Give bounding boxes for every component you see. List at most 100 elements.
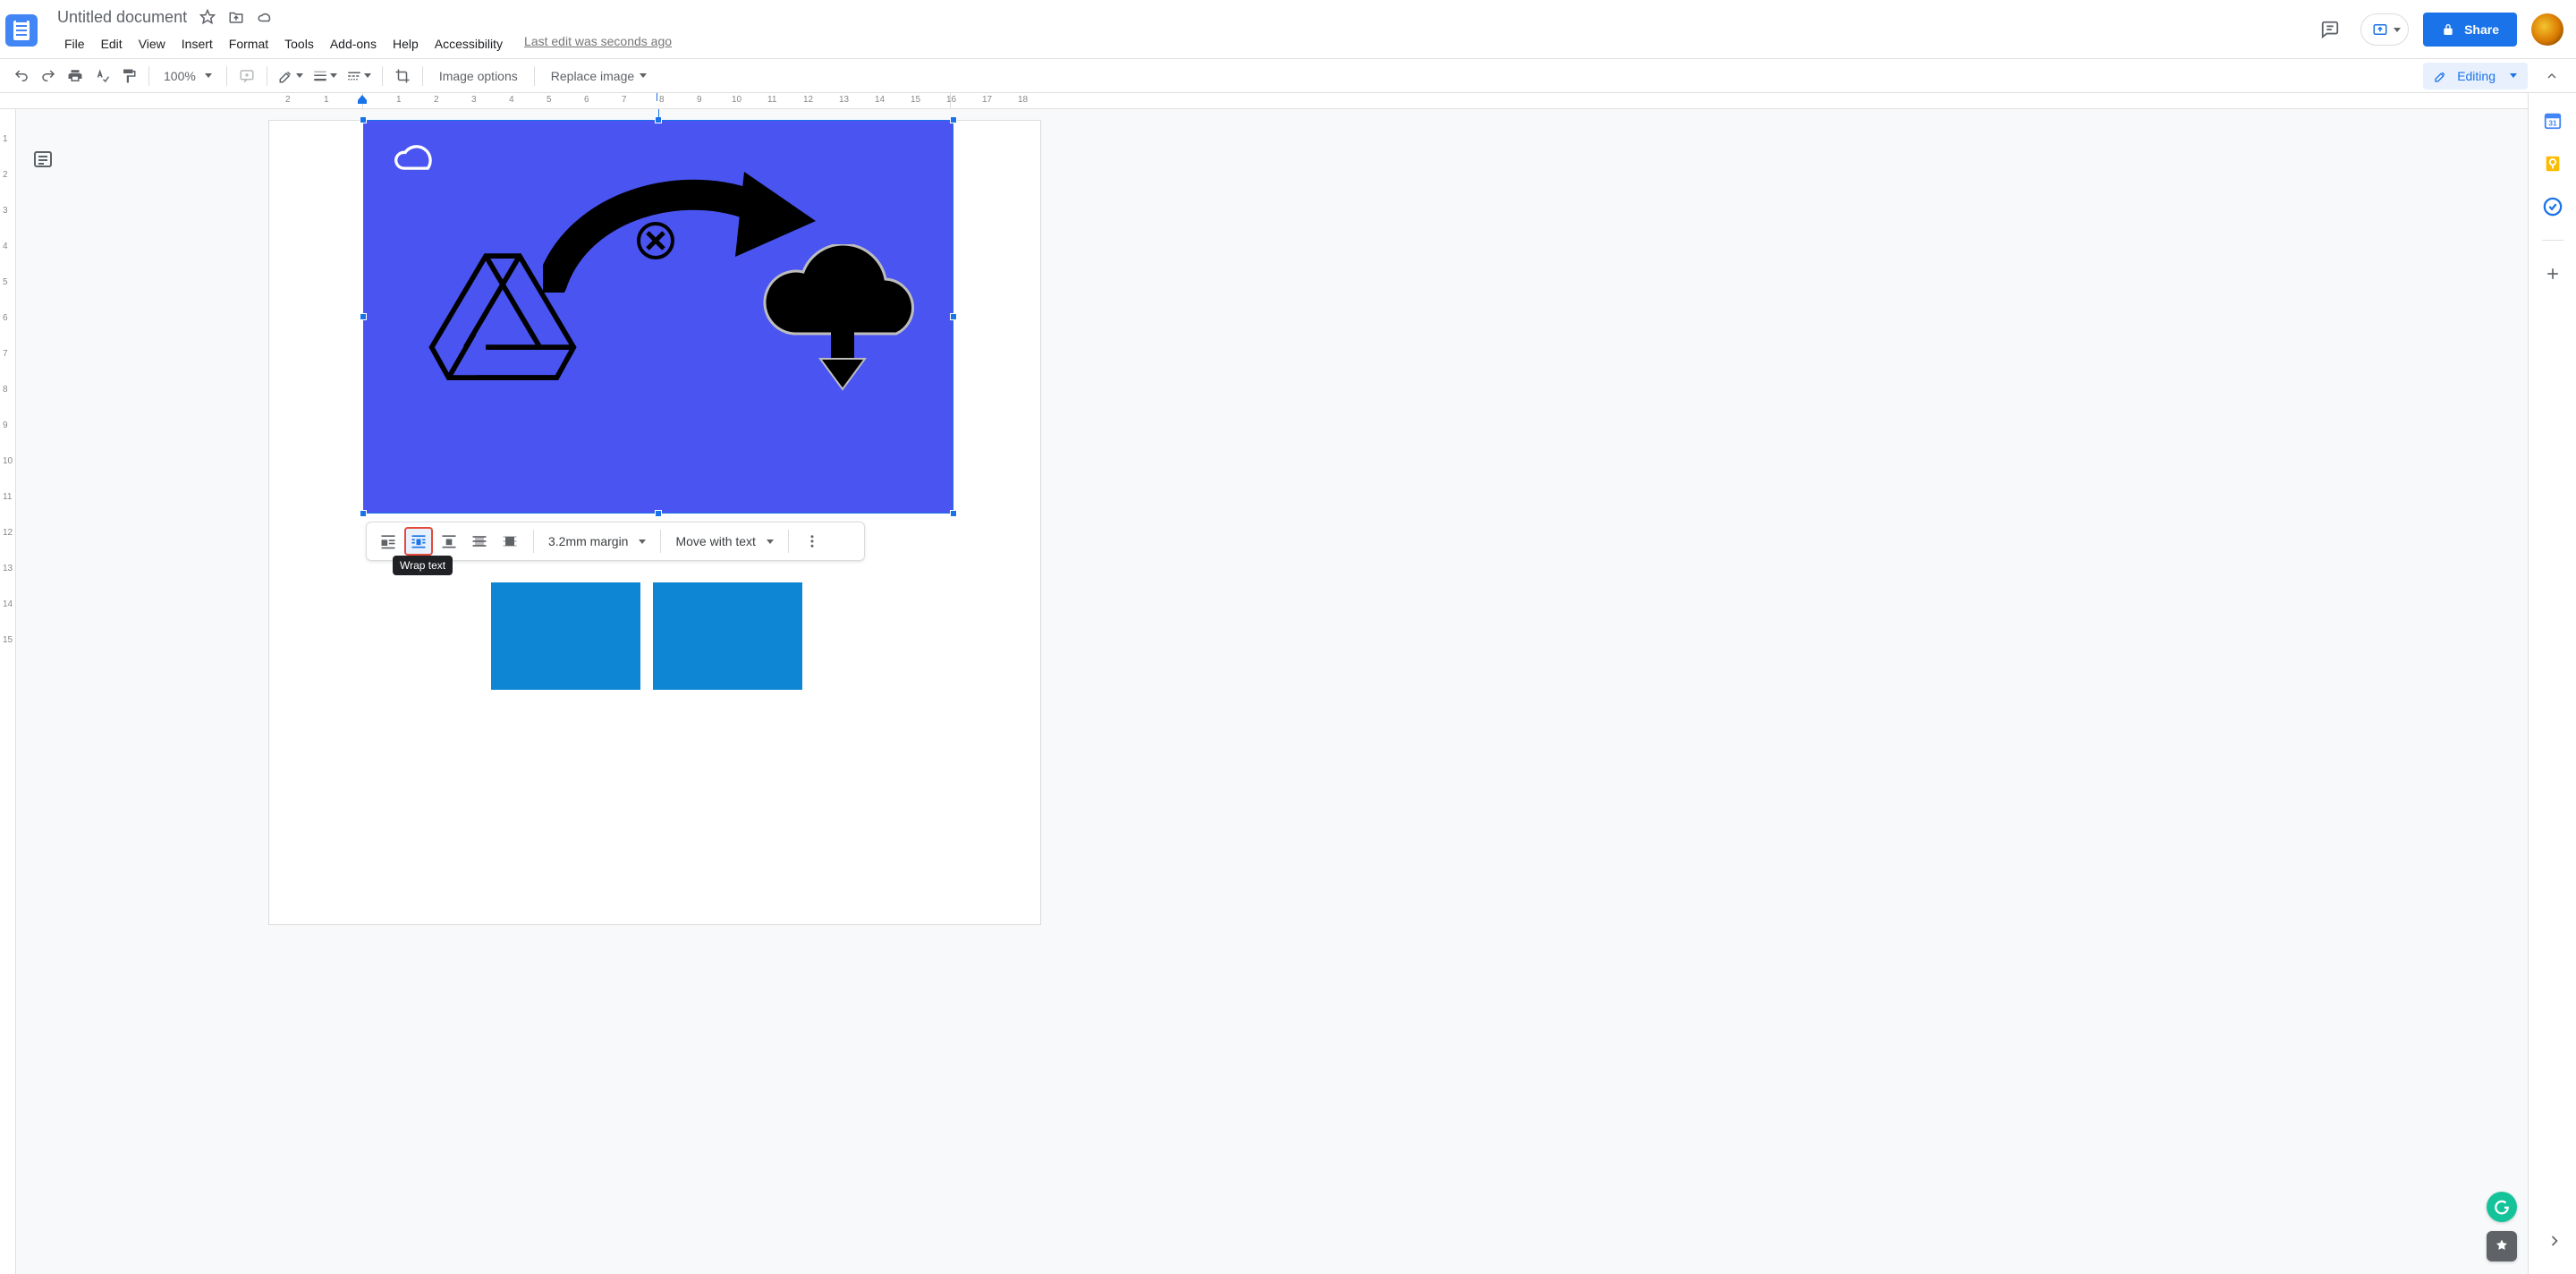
grammarly-button[interactable] xyxy=(2487,1192,2517,1222)
cloud-status-icon[interactable] xyxy=(257,9,273,25)
wrap-text-button[interactable] xyxy=(404,527,433,556)
resize-handle-se[interactable] xyxy=(950,510,957,517)
wrap-behind-button[interactable] xyxy=(465,527,494,556)
resize-handle-nw[interactable] xyxy=(360,116,367,123)
hruler-num: 11 xyxy=(767,95,776,105)
calendar-addon-icon[interactable]: 31 xyxy=(2543,111,2563,131)
position-dropdown[interactable]: Move with text xyxy=(670,534,778,548)
zoom-dropdown[interactable]: 100% xyxy=(157,69,219,83)
redo-button[interactable] xyxy=(36,64,61,89)
hruler-num: 17 xyxy=(982,95,992,105)
menu-file[interactable]: File xyxy=(57,34,92,54)
hruler-num: 9 xyxy=(697,95,702,105)
resize-handle-n[interactable] xyxy=(655,116,662,123)
spellcheck-button[interactable] xyxy=(89,64,114,89)
document-title[interactable]: Untitled document xyxy=(57,8,187,27)
docs-logo-icon xyxy=(5,14,38,47)
resize-handle-w[interactable] xyxy=(360,313,367,320)
border-dash-button[interactable] xyxy=(343,64,375,89)
more-options-button[interactable] xyxy=(798,527,826,556)
account-avatar[interactable] xyxy=(2531,13,2563,46)
menu-view[interactable]: View xyxy=(131,34,173,54)
get-addons-button[interactable] xyxy=(2543,264,2563,284)
hruler-num: 4 xyxy=(509,95,514,105)
wrap-inline-button[interactable] xyxy=(374,527,402,556)
rotate-line xyxy=(658,109,659,117)
menu-addons[interactable]: Add-ons xyxy=(323,34,384,54)
lock-icon xyxy=(2441,22,2455,37)
title-area: Untitled document File Edit View Insert … xyxy=(57,5,672,54)
hruler-num: 8 xyxy=(659,95,665,105)
hruler-num: 14 xyxy=(875,95,885,105)
hruler-num: 5 xyxy=(547,95,552,105)
keep-addon-icon[interactable] xyxy=(2543,154,2563,174)
border-color-button[interactable] xyxy=(275,64,307,89)
horizontal-ruler[interactable]: 2 1 1 2 3 4 5 6 7 8 9 10 11 12 13 14 15 … xyxy=(0,93,2528,109)
position-label: Move with text xyxy=(675,534,755,548)
tooltip: Wrap text xyxy=(393,556,453,575)
resize-handle-e[interactable] xyxy=(950,313,957,320)
undo-button[interactable] xyxy=(9,64,34,89)
explore-button[interactable] xyxy=(2487,1231,2517,1261)
hruler-num: 1 xyxy=(324,95,329,105)
menu-tools[interactable]: Tools xyxy=(277,34,321,54)
margin-dropdown[interactable]: 3.2mm margin xyxy=(543,534,651,548)
document-outline-button[interactable] xyxy=(32,149,54,170)
hruler-num: 18 xyxy=(1018,95,1028,105)
collapse-side-panel-button[interactable] xyxy=(2546,1232,2563,1254)
replace-image-button[interactable]: Replace image xyxy=(542,64,656,89)
hruler-num: 3 xyxy=(471,95,477,105)
hruler-num: 2 xyxy=(285,95,291,105)
hruler-num: 12 xyxy=(803,95,813,105)
inline-image[interactable] xyxy=(653,582,802,690)
svg-text:31: 31 xyxy=(2548,120,2557,128)
vertical-ruler[interactable]: 1 2 3 4 5 6 7 8 9 10 11 12 13 14 15 xyxy=(0,109,16,1274)
indent-marker[interactable] xyxy=(356,93,369,109)
header: Untitled document File Edit View Insert … xyxy=(0,0,2576,59)
move-icon[interactable] xyxy=(228,9,244,25)
selected-image[interactable] xyxy=(364,121,953,513)
hruler-num: 16 xyxy=(946,95,956,105)
docs-logo[interactable] xyxy=(5,9,38,52)
add-comment-button[interactable] xyxy=(234,64,259,89)
main-area: 2 1 1 2 3 4 5 6 7 8 9 10 11 12 13 14 15 … xyxy=(0,93,2576,1274)
mode-dropdown[interactable]: Editing xyxy=(2423,63,2528,89)
image-options-button[interactable]: Image options xyxy=(430,64,527,89)
border-weight-button[interactable] xyxy=(309,64,341,89)
resize-handle-sw[interactable] xyxy=(360,510,367,517)
print-button[interactable] xyxy=(63,64,88,89)
resize-handle-s[interactable] xyxy=(655,510,662,517)
wrap-break-button[interactable] xyxy=(435,527,463,556)
menu-help[interactable]: Help xyxy=(386,34,426,54)
star-icon[interactable] xyxy=(199,9,216,25)
menu-edit[interactable]: Edit xyxy=(94,34,130,54)
open-comments-button[interactable] xyxy=(2314,13,2346,46)
share-button[interactable]: Share xyxy=(2423,13,2517,47)
hruler-num: 7 xyxy=(622,95,627,105)
zoom-value: 100% xyxy=(164,69,196,83)
document-scroll[interactable]: 1 2 3 4 5 6 7 8 9 10 11 12 13 14 15 xyxy=(0,109,2528,1274)
menu-insert[interactable]: Insert xyxy=(174,34,220,54)
present-button[interactable] xyxy=(2360,13,2409,46)
hruler-num: 2 xyxy=(434,95,439,105)
hide-menus-button[interactable] xyxy=(2537,63,2567,89)
work-area: 2 1 1 2 3 4 5 6 7 8 9 10 11 12 13 14 15 … xyxy=(0,93,2528,1274)
page[interactable]: 3.2mm margin Move with text Wrap text xyxy=(268,120,1041,925)
hruler-num: 13 xyxy=(839,95,849,105)
last-edit-link[interactable]: Last edit was seconds ago xyxy=(524,34,672,54)
side-panel: 31 xyxy=(2528,93,2576,1274)
crop-button[interactable] xyxy=(390,64,415,89)
inline-images-row xyxy=(491,582,802,690)
menu-accessibility[interactable]: Accessibility xyxy=(428,34,510,54)
cloud-download-icon xyxy=(749,244,936,396)
paint-format-button[interactable] xyxy=(116,64,141,89)
inline-image[interactable] xyxy=(491,582,640,690)
tasks-addon-icon[interactable] xyxy=(2543,197,2563,217)
resize-handle-ne[interactable] xyxy=(950,116,957,123)
menu-format[interactable]: Format xyxy=(222,34,275,54)
wrap-front-button[interactable] xyxy=(496,527,524,556)
hruler-num: 1 xyxy=(396,95,402,105)
hruler-num: 6 xyxy=(584,95,589,105)
share-label: Share xyxy=(2464,22,2499,37)
close-circle-icon xyxy=(636,221,675,260)
